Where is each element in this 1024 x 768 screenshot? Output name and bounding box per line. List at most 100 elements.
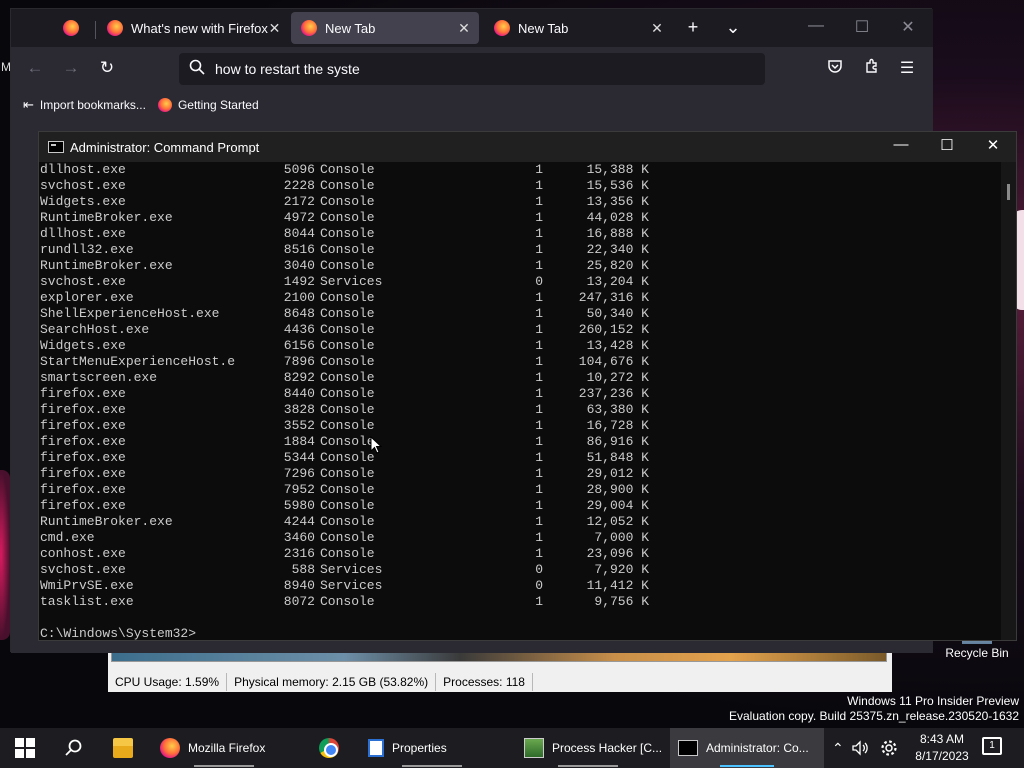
process-row: cmd.exe 3460 Console 1 7,000 K xyxy=(39,530,739,546)
bookmark-label: Import bookmarks... xyxy=(39,98,146,112)
reload-icon[interactable]: ↻ xyxy=(95,58,119,78)
memory-usage: 16,728 K xyxy=(586,418,649,433)
list-all-tabs-button[interactable]: ⌄ xyxy=(721,17,745,38)
tab-whats-new[interactable]: What's new with Firefox ✕ xyxy=(97,12,287,44)
firefox-view-button[interactable] xyxy=(57,12,87,44)
url-input[interactable]: how to restart the syste xyxy=(215,61,360,77)
process-pid: 5096 xyxy=(283,162,315,177)
process-row: firefox.exe 5980 Console 1 29,004 K xyxy=(39,498,739,514)
taskbar-firefox[interactable]: Mozilla Firefox xyxy=(154,728,302,768)
minimize-icon[interactable]: — xyxy=(801,17,831,35)
process-row: StartMenuExperienceHost.e 7896 Console 1 104… xyxy=(39,354,739,370)
bookmark-label: Getting Started xyxy=(177,98,259,112)
scrollbar-thumb[interactable] xyxy=(1007,184,1010,200)
memory-usage: 9,756 K xyxy=(594,594,649,609)
start-button[interactable] xyxy=(10,728,40,768)
process-pid: 4244 xyxy=(283,514,315,529)
running-indicator xyxy=(402,765,462,767)
memory-usage: 16,888 K xyxy=(586,226,649,241)
session-name: Console xyxy=(320,370,375,385)
show-hidden-icons[interactable]: ⌃ xyxy=(832,728,844,768)
process-pid: 3552 xyxy=(283,418,315,433)
settings-button[interactable] xyxy=(880,728,898,768)
process-pid: 4436 xyxy=(283,322,315,337)
console-output[interactable]: tasklist.exe 8072 Console 1 9,756 K WmiPrvSE.… xyxy=(39,162,1001,642)
session-name: Services xyxy=(320,578,383,593)
search-button[interactable] xyxy=(58,728,88,768)
session-number: 1 xyxy=(535,402,543,417)
tab-close-icon[interactable]: ✕ xyxy=(455,20,473,37)
windows-watermark: Windows 11 Pro Insider Preview Evaluatio… xyxy=(729,694,1019,724)
taskbar-process-hacker[interactable]: Process Hacker [C... xyxy=(518,728,666,768)
taskbar-properties[interactable]: Properties xyxy=(362,728,510,768)
file-explorer-button[interactable] xyxy=(108,728,138,768)
import-bookmarks-link[interactable]: ⇤ Import bookmarks... xyxy=(23,97,146,113)
process-pid: 7952 xyxy=(283,482,315,497)
url-bar[interactable]: how to restart the syste xyxy=(179,53,765,85)
menu-icon[interactable]: ☰ xyxy=(895,58,919,78)
process-count: Processes: 118 xyxy=(436,673,533,691)
session-name: Console xyxy=(320,514,375,529)
process-pid: 6156 xyxy=(283,338,315,353)
session-name: Console xyxy=(320,162,375,177)
command-prompt-window[interactable]: Administrator: Command Prompt — ☐ ✕ task… xyxy=(38,131,1017,641)
close-icon[interactable]: ✕ xyxy=(975,136,1011,154)
process-row: rundll32.exe 8516 Console 1 22,340 K xyxy=(39,242,739,258)
process-row: ShellExperienceHost.exe 8648 Console 1 50,34… xyxy=(39,306,739,322)
tab-new-tab-active[interactable]: New Tab ✕ xyxy=(291,12,479,44)
process-name: dllhost.exe xyxy=(40,226,126,241)
getting-started-link[interactable]: Getting Started xyxy=(157,98,259,112)
tab-close-icon[interactable]: ✕ xyxy=(268,20,281,37)
taskbar-label: Properties xyxy=(392,741,447,755)
memory-usage: 50,340 K xyxy=(586,306,649,321)
forward-icon[interactable]: → xyxy=(59,58,83,78)
cmd-icon xyxy=(48,141,64,153)
maximize-icon[interactable]: ☐ xyxy=(929,136,965,154)
scrollbar[interactable] xyxy=(1001,162,1016,640)
taskbar-command-prompt[interactable]: Administrator: Co... xyxy=(670,728,824,768)
command-prompt-line[interactable]: C:\Windows\System32> xyxy=(40,626,196,642)
process-name: firefox.exe xyxy=(40,386,126,401)
process-row: Widgets.exe 2172 Console 1 13,356 K xyxy=(39,194,739,210)
session-number: 1 xyxy=(535,178,543,193)
session-name: Services xyxy=(320,274,383,289)
tab-new-tab[interactable]: New Tab ✕ xyxy=(484,12,672,44)
process-pid: 5980 xyxy=(283,498,315,513)
minimize-icon[interactable]: — xyxy=(883,136,919,153)
tab-strip: What's new with Firefox ✕ New Tab ✕ New … xyxy=(11,9,933,47)
pocket-icon[interactable] xyxy=(823,58,847,79)
process-pid: 8292 xyxy=(283,370,315,385)
volume-button[interactable] xyxy=(852,728,870,768)
back-icon[interactable]: ← xyxy=(23,58,47,78)
physical-memory: Physical memory: 2.15 GB (53.82%) xyxy=(227,673,437,691)
session-name: Console xyxy=(320,338,375,353)
clock[interactable]: 8:43 AM 8/17/2023 xyxy=(912,731,972,765)
taskbar-chrome[interactable] xyxy=(314,728,344,768)
notification-icon[interactable]: 1 xyxy=(982,737,1002,755)
cmd-titlebar[interactable]: Administrator: Command Prompt — ☐ ✕ xyxy=(39,132,1016,162)
session-number: 1 xyxy=(535,226,543,241)
tab-close-icon[interactable]: ✕ xyxy=(648,20,666,37)
process-hacker-statusbar: CPU Usage: 1.59% Physical memory: 2.15 G… xyxy=(108,672,892,692)
process-pid: 8516 xyxy=(283,242,315,257)
process-row: firefox.exe 3552 Console 1 16,728 K xyxy=(39,418,739,434)
process-name: firefox.exe xyxy=(40,466,126,481)
process-row: firefox.exe 7952 Console 1 28,900 K xyxy=(39,482,739,498)
extensions-icon[interactable] xyxy=(860,58,884,79)
process-pid: 5344 xyxy=(283,450,315,465)
process-pid: 8440 xyxy=(283,386,315,401)
watermark-build: Evaluation copy. Build 25375.zn_release.… xyxy=(729,709,1019,723)
process-name: firefox.exe xyxy=(40,402,126,417)
active-indicator xyxy=(720,765,774,767)
windows-icon xyxy=(15,738,35,758)
clock-date: 8/17/2023 xyxy=(915,749,969,763)
memory-usage: 104,676 K xyxy=(578,354,649,369)
new-tab-button[interactable]: + xyxy=(681,17,705,38)
process-pid: 7896 xyxy=(283,354,315,369)
close-icon[interactable]: ✕ xyxy=(893,17,923,37)
session-number: 1 xyxy=(535,482,543,497)
process-name: RuntimeBroker.exe xyxy=(40,258,173,273)
maximize-icon[interactable]: ☐ xyxy=(847,17,877,37)
session-name: Console xyxy=(320,178,375,193)
session-number: 1 xyxy=(535,338,543,353)
